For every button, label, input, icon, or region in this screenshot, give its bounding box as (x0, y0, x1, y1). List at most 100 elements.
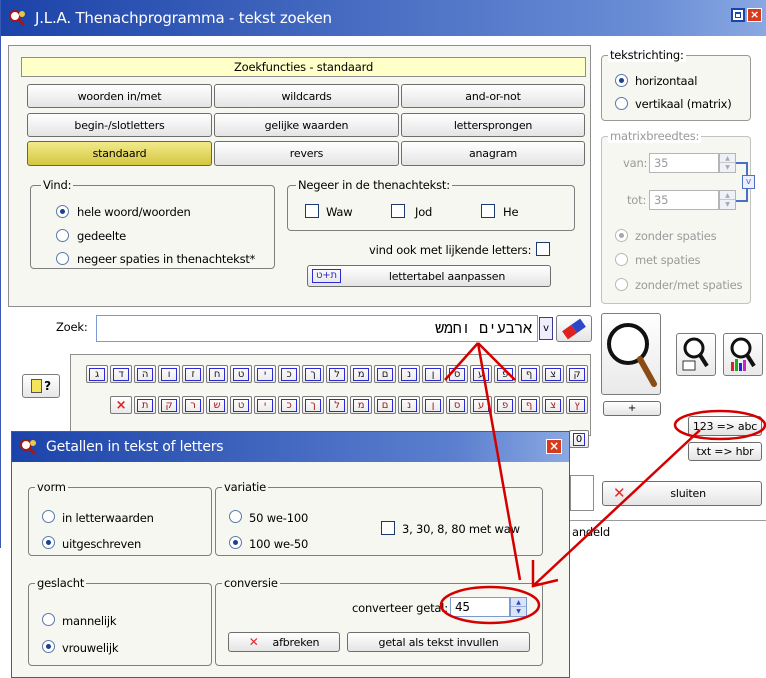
keyboard-row-1-key[interactable]: ן (422, 365, 444, 383)
vind-label-gedeelte[interactable]: gedeelte (77, 229, 126, 243)
keyboard-row-2-key[interactable]: ל (326, 396, 348, 414)
negeer-label-waw[interactable]: Waw (326, 205, 353, 219)
convert-123-abc-button[interactable]: 123 => abc (688, 416, 762, 436)
converteer-spinner[interactable]: ▲ ▼ (510, 597, 527, 617)
btn-woorden-in-met[interactable]: woorden in/met (27, 84, 212, 108)
big-search-button[interactable] (601, 313, 661, 395)
keyboard-row-2-key[interactable]: מ (350, 396, 372, 414)
radio-100-we-50[interactable] (229, 536, 242, 549)
radio-vrouwelijk[interactable] (42, 640, 55, 653)
link-button[interactable]: v (742, 175, 755, 189)
keyboard-row-1-key[interactable]: ז (182, 365, 204, 383)
label-met-spaties[interactable]: met spaties (635, 253, 701, 267)
keyboard-row-2-key[interactable]: ן (422, 396, 444, 414)
btn-and-or-not[interactable]: and-or-not (401, 84, 585, 108)
radio-uitgeschreven[interactable] (42, 536, 55, 549)
negeer-label-he[interactable]: He (503, 205, 519, 219)
tot-input[interactable]: 35 (649, 190, 719, 210)
keyboard-row-2-key[interactable]: פ (494, 396, 516, 414)
afbreken-button[interactable]: ✕ afbreken (228, 632, 340, 652)
radio-50-we-100[interactable] (229, 510, 242, 523)
keyboard-row-2-key[interactable]: ף (518, 396, 540, 414)
keyboard-row-2-key[interactable]: ע (470, 396, 492, 414)
keyboard-row-1-key[interactable]: פ (494, 365, 516, 383)
van-spinner[interactable]: ▲ ▼ (719, 153, 736, 173)
keyboard-row-1-key[interactable]: ו (158, 365, 180, 383)
label-vrouwelijk[interactable]: vrouwelijk (62, 641, 119, 655)
vind-label-hele-woord[interactable]: hele woord/woorden (77, 205, 191, 219)
keyboard-row-1-key[interactable]: ע (470, 365, 492, 383)
label-vertikaal[interactable]: vertikaal (matrix) (635, 97, 732, 111)
vind-radio-hele-woord[interactable] (56, 205, 69, 218)
label-met-waw[interactable]: 3, 30, 8, 80 met waw (402, 522, 520, 536)
keyboard-row-1-key[interactable]: ם (374, 365, 396, 383)
dialog-titlebar[interactable]: Getallen in tekst of letters × (12, 432, 569, 462)
keyboard-row-2-key[interactable]: ש (206, 396, 228, 414)
negeer-check-waw[interactable] (305, 204, 319, 218)
keyboard-row-2-key[interactable]: י (254, 396, 276, 414)
keyboard-row-2-key[interactable]: ץ (566, 396, 588, 414)
label-horizontaal[interactable]: horizontaal (635, 74, 697, 88)
label-zonder-met-spaties[interactable]: zonder/met spaties (635, 278, 742, 292)
dialog-close-icon[interactable]: × (546, 439, 562, 454)
radio-horizontaal[interactable] (615, 74, 628, 87)
btn-revers[interactable]: revers (214, 141, 399, 166)
radio-mannelijk[interactable] (42, 613, 55, 626)
keyboard-row-2-key[interactable]: ט (230, 396, 252, 414)
keyboard-row-1-key[interactable]: ח (206, 365, 228, 383)
similar-letters-check[interactable] (536, 242, 550, 256)
keyboard-row-2-key[interactable]: ך (302, 396, 324, 414)
label-50-we-100[interactable]: 50 we-100 (249, 511, 308, 525)
maximize-icon[interactable] (731, 8, 745, 22)
keyboard-row-1-key[interactable]: ד (110, 365, 132, 383)
fill-text-button[interactable]: getal als tekst invullen (347, 632, 530, 652)
radio-zonder-met-spaties[interactable] (615, 278, 628, 291)
keyboard-row-2-key[interactable]: צ (542, 396, 564, 414)
keyboard-row-2-key[interactable]: ת (134, 396, 156, 414)
btn-standaard[interactable]: standaard (27, 141, 212, 166)
txt-hbr-button[interactable]: txt => hbr (688, 442, 762, 461)
label-zonder-spaties[interactable]: zonder spaties (635, 229, 717, 243)
negeer-check-jod[interactable] (391, 204, 405, 218)
search-card-button[interactable] (676, 333, 716, 376)
search-chart-button[interactable] (723, 333, 763, 376)
keyboard-row-1-key[interactable]: צ (542, 365, 564, 383)
keyboard-row-1-key[interactable]: ף (518, 365, 540, 383)
vind-radio-gedeelte[interactable] (56, 229, 69, 242)
label-mannelijk[interactable]: mannelijk (62, 614, 117, 628)
label-100-we-50[interactable]: 100 we-50 (249, 537, 308, 551)
label-uitgeschreven[interactable]: uitgeschreven (62, 537, 141, 551)
zoek-dropdown-button[interactable]: v (539, 317, 553, 340)
converteer-input[interactable]: 45 (450, 597, 510, 617)
vind-label-negeer-spaties[interactable]: negeer spaties in thenachtekst* (77, 252, 255, 266)
main-titlebar[interactable]: J.L.A. Thenachprogramma - tekst zoeken × (1, 0, 766, 36)
radio-zonder-spaties[interactable] (615, 229, 628, 242)
keyboard-row-2-key[interactable]: ם (374, 396, 396, 414)
lettertabel-button[interactable]: ת+ט lettertabel aanpassen (307, 265, 551, 287)
radio-in-letterwaarden[interactable] (42, 510, 55, 523)
help-button[interactable]: ? (22, 374, 60, 398)
zoek-input[interactable]: ארבעים וחמש (96, 315, 538, 342)
negeer-check-he[interactable] (481, 204, 495, 218)
negeer-label-jod[interactable]: Jod (415, 205, 432, 219)
keyboard-row-1-key[interactable]: ל (326, 365, 348, 383)
plus-button[interactable]: + (603, 401, 661, 416)
tot-spinner[interactable]: ▲ ▼ (719, 190, 736, 210)
vind-radio-negeer-spaties[interactable] (56, 252, 69, 265)
keyboard-row-2-key[interactable]: נ (398, 396, 420, 414)
keyboard-row-2-key[interactable]: × (110, 396, 132, 414)
keyboard-row-1-key[interactable]: ק (566, 365, 588, 383)
keyboard-row-1-key[interactable]: נ (398, 365, 420, 383)
keyboard-row-2-key[interactable]: ק (158, 396, 180, 414)
keyboard-row-1-key[interactable]: כ (278, 365, 300, 383)
radio-met-spaties[interactable] (615, 253, 628, 266)
btn-lettersprongen[interactable]: lettersprongen (401, 113, 585, 137)
sluiten-button[interactable]: ✕ sluiten (602, 481, 762, 506)
keyboard-row-1-key[interactable]: ג (86, 365, 108, 383)
keyboard-row-1-key[interactable]: מ (350, 365, 372, 383)
btn-begin-slotletters[interactable]: begin-/slotletters (27, 113, 212, 137)
btn-anagram[interactable]: anagram (401, 141, 585, 166)
btn-wildcards[interactable]: wildcards (214, 84, 399, 108)
van-input[interactable]: 35 (649, 153, 719, 173)
check-met-waw[interactable] (381, 521, 395, 535)
